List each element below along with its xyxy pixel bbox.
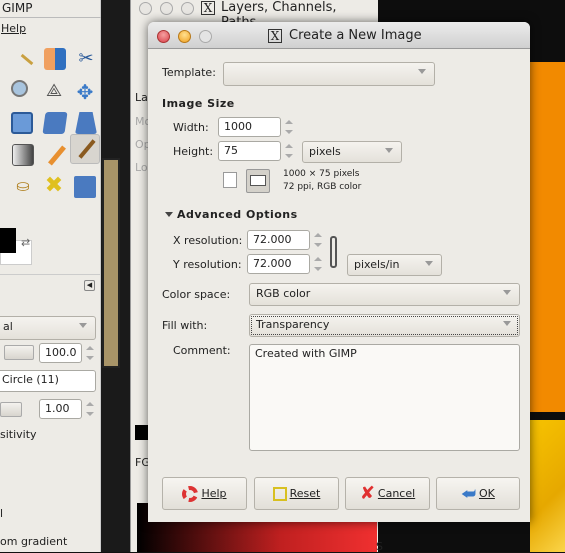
close-button[interactable] [157,30,170,43]
fill-with-combo[interactable]: Transparency [249,314,520,337]
cancel-button-label: Cancel [377,487,416,500]
reset-button-label: Reset [289,487,321,500]
scale-slider[interactable] [0,402,22,417]
crop-tool-icon[interactable] [11,112,33,134]
ok-button-label: OK [479,487,495,500]
x11-icon: X [268,29,282,43]
landscape-button[interactable] [246,169,270,193]
option-label: l [0,507,4,520]
rotate-tool-icon[interactable] [42,112,68,134]
color-space-label: Color space: [162,288,231,301]
resolution-unit-combo[interactable]: pixels/in [347,254,442,276]
background-image-yellow [530,420,565,552]
paint-mode-value: al [3,320,13,333]
scale-spinner[interactable] [84,399,96,419]
background-image-orange [530,62,565,412]
comment-textarea[interactable]: Created with GIMP [249,344,520,451]
panel-menu-button[interactable]: ◀ [84,280,95,291]
blend-tool-icon[interactable] [12,144,34,166]
minimize-button[interactable] [160,2,173,15]
cancel-button[interactable]: ✘ Cancel [345,477,430,510]
fill-with-label: Fill with: [162,319,208,332]
clone-tool-icon[interactable]: ⛀ [12,176,34,198]
ok-enter-arrow-icon: ⮨ [461,483,477,503]
move-tool-icon[interactable]: ✥ [74,80,96,104]
zoom-button[interactable] [199,30,212,43]
height-label: Height: [173,145,214,158]
size-unit-value: pixels [309,145,341,158]
foreground-color-swatch[interactable] [0,228,16,253]
color-space-value: RGB color [256,287,311,300]
pressure-sensitivity-label: sitivity [0,428,37,441]
close-button[interactable] [139,2,152,15]
lock-label: Lo [135,161,148,174]
height-field[interactable]: 75 [218,141,281,161]
zoom-tool-icon[interactable] [11,80,33,102]
opacity-slider[interactable] [4,345,34,360]
x-resolution-spinner[interactable] [312,230,324,250]
create-new-image-dialog: X Create a New Image Template: Image Siz… [148,22,530,522]
help-button[interactable]: Help [162,477,247,510]
portrait-button[interactable] [223,172,237,188]
width-spinner[interactable] [283,117,295,137]
opacity-spinner[interactable] [84,343,96,363]
x-resolution-field[interactable]: 72.000 [247,230,310,250]
reset-button[interactable]: Reset [254,477,339,510]
cancel-x-icon: ✘ [359,483,375,504]
toolbox-window: GIMP Help ✂ ⟁ ✥ ⛀ ✖ ⇄ ◀ al 100.0 Circle … [0,0,101,552]
canvas-tan [102,158,120,368]
width-field[interactable]: 1000 [218,117,281,137]
paintbrush-tool-icon[interactable] [70,134,100,164]
x11-icon: X [201,1,215,15]
y-resolution-label: Y resolution: [173,258,242,271]
y-resolution-field[interactable]: 72.000 [247,254,310,274]
heal-tool-icon[interactable]: ✖ [43,175,65,197]
expander-arrow-icon[interactable] [165,212,173,217]
help-button-label: Help [201,487,227,500]
toolbox-title: GIMP [2,1,33,15]
fg-swatch[interactable] [135,425,149,440]
fuzzy-select-tool-icon[interactable] [14,50,36,72]
menu-help[interactable]: Help [1,22,26,35]
help-lifebuoy-icon [182,485,199,502]
template-combo[interactable] [223,62,435,86]
perspective-clone-tool-icon[interactable] [74,176,96,198]
template-label: Template: [162,66,216,79]
ok-button[interactable]: ⮨ OK [436,477,520,510]
divider [0,274,101,275]
chain-link-icon[interactable] [330,236,337,268]
y-resolution-spinner[interactable] [312,254,324,274]
zoom-button[interactable] [181,2,194,15]
divider [0,17,101,18]
resolution-unit-value: pixels/in [354,258,400,271]
scale-field[interactable]: 1.00 [39,399,82,419]
select-by-color-tool-icon[interactable] [44,48,66,70]
advanced-options-expander[interactable]: Advanced Options [177,208,298,221]
s-label: S [376,540,383,553]
fill-with-value: Transparency [256,318,330,331]
height-spinner[interactable] [283,141,295,161]
image-size-heading: Image Size [162,97,235,110]
image-info-line2: 72 ppi, RGB color [283,182,362,192]
reset-icon [272,486,287,501]
perspective-tool-icon[interactable] [75,112,97,134]
swap-colors-icon[interactable]: ⇄ [21,236,30,249]
comment-label: Comment: [173,344,231,357]
measure-tool-icon[interactable]: ⟁ [43,80,65,102]
use-color-from-gradient-label: om gradient [0,535,68,548]
paint-mode-combo[interactable]: al [0,316,96,340]
brush-field[interactable]: Circle (11) [0,370,96,392]
width-label: Width: [173,121,209,134]
minimize-button[interactable] [178,30,191,43]
image-info-line1: 1000 × 75 pixels [283,169,360,179]
scissors-tool-icon[interactable]: ✂ [75,48,97,70]
x-resolution-label: X resolution: [173,234,243,247]
pencil-tool-icon[interactable] [44,144,66,166]
size-unit-combo[interactable]: pixels [302,141,402,163]
menu-help-label: Help [1,22,27,35]
color-space-combo[interactable]: RGB color [249,283,520,306]
dialog-title: Create a New Image [289,28,422,43]
opacity-field[interactable]: 100.0 [39,343,82,363]
